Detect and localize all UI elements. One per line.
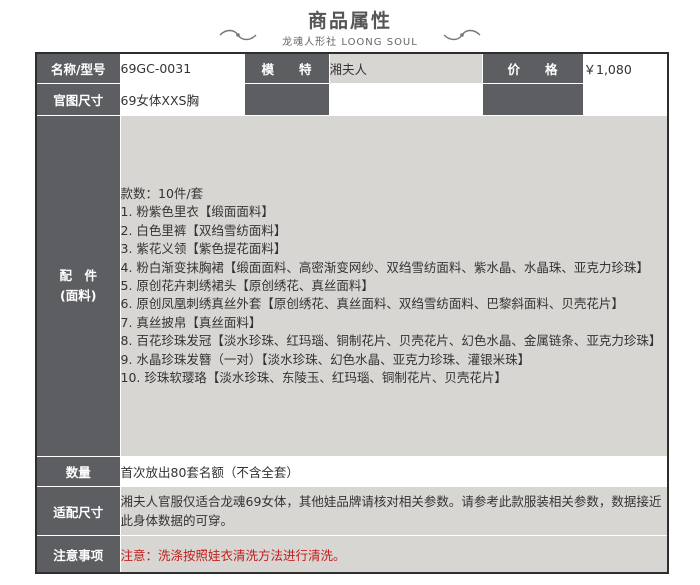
page-title: 商品属性 (307, 10, 392, 32)
parts-line: 2. 白色里裤【双绉雪纺面料】 (120, 222, 287, 238)
parts-line: 9. 水晶珍珠发簪（一对）【淡水珍珠、幻色水晶、亚克力珍珠、灌银米珠】 (120, 351, 531, 367)
parts-line: 8. 百花珍珠发冠【淡水珍珠、红玛瑙、铜制花片、贝壳花片、幻色水晶、金属链条、亚… (120, 333, 662, 349)
attributes-table: 名称/型号 69GC-0031 模 特 湘夫人 价 格 ￥1,080 官图尺寸 … (35, 52, 669, 574)
official-size-value: 69女体XXS胸 (119, 82, 245, 117)
parts-label-line2: (面料) (60, 288, 97, 304)
table-row: 官图尺寸 69女体XXS胸 (35, 82, 669, 117)
table-row: 名称/型号 69GC-0031 模 特 湘夫人 价 格 ￥1,080 (35, 52, 669, 84)
parts-line: 10. 珍珠软璎珞【淡水珍珠、东陵玉、红玛瑙、铜制花片、贝壳花片】 (120, 369, 507, 385)
parts-line: 5. 原创花卉刺绣裙头【原创绣花、真丝面料】 (120, 277, 374, 293)
parts-line: 1. 粉紫色里衣【缎面面料】 (120, 204, 274, 220)
parts-label-line1: 配 件 (59, 268, 97, 284)
price-value: ￥1,080 (582, 52, 669, 84)
parts-line: 7. 真丝披帛【真丝面料】 (120, 314, 262, 330)
parts-line: 款数：10件/套 (120, 185, 204, 201)
parts-content: 款数：10件/套 1. 粉紫色里衣【缎面面料】 2. 白色里裤【双绉雪纺面料】 … (119, 115, 669, 458)
model-label: 模 特 (243, 52, 330, 84)
empty-cell (481, 82, 584, 117)
fit-size-value: 湘夫人官服仅适合龙魂69女体，其他娃品牌请核对相关参数。请参考此款服装相关参数，… (119, 486, 669, 537)
table-row: 配 件 (面料) 款数：10件/套 1. 粉紫色里衣【缎面面料】 2. 白色里裤… (35, 115, 669, 458)
empty-cell (243, 82, 330, 117)
fit-size-label: 适配尺寸 (35, 486, 121, 537)
empty-cell (582, 82, 669, 117)
quantity-label: 数量 (35, 456, 121, 488)
table-row: 注意事项 注意：洗涤按照娃衣清洗方法进行清洗。 (35, 535, 669, 574)
header: 商品属性 龙魂人形社 LOONG SOUL (0, 0, 700, 50)
price-label: 价 格 (481, 52, 584, 84)
notice-label: 注意事项 (35, 535, 121, 574)
name-model-label: 名称/型号 (35, 52, 121, 84)
table-row: 数量 首次放出80套名额（不含全套） (35, 456, 669, 488)
table-row: 适配尺寸 湘夫人官服仅适合龙魂69女体，其他娃品牌请核对相关参数。请参考此款服装… (35, 486, 669, 537)
parts-line: 6. 原创凤凰刺绣真丝外套【原创绣花、真丝面料、双绉雪纺面料、巴黎斜面料、贝壳花… (120, 296, 624, 312)
quantity-value: 首次放出80套名额（不含全套） (119, 456, 669, 488)
official-size-label: 官图尺寸 (35, 82, 121, 117)
model-value: 湘夫人 (328, 52, 483, 84)
parts-line: 3. 紫花义领【紫色提花面料】 (120, 241, 287, 257)
name-model-value: 69GC-0031 (119, 52, 245, 84)
empty-cell (328, 82, 483, 117)
notice-value: 注意：洗涤按照娃衣清洗方法进行清洗。 (119, 535, 669, 574)
parts-line: 4. 粉白渐变抹胸裙【缎面面料、高密渐变网纱、双绉雪纺面料、紫水晶、水晶珠、亚克… (120, 259, 649, 275)
parts-label: 配 件 (面料) (35, 115, 121, 458)
brand-subtitle: 龙魂人形社 LOONG SOUL (282, 37, 418, 48)
